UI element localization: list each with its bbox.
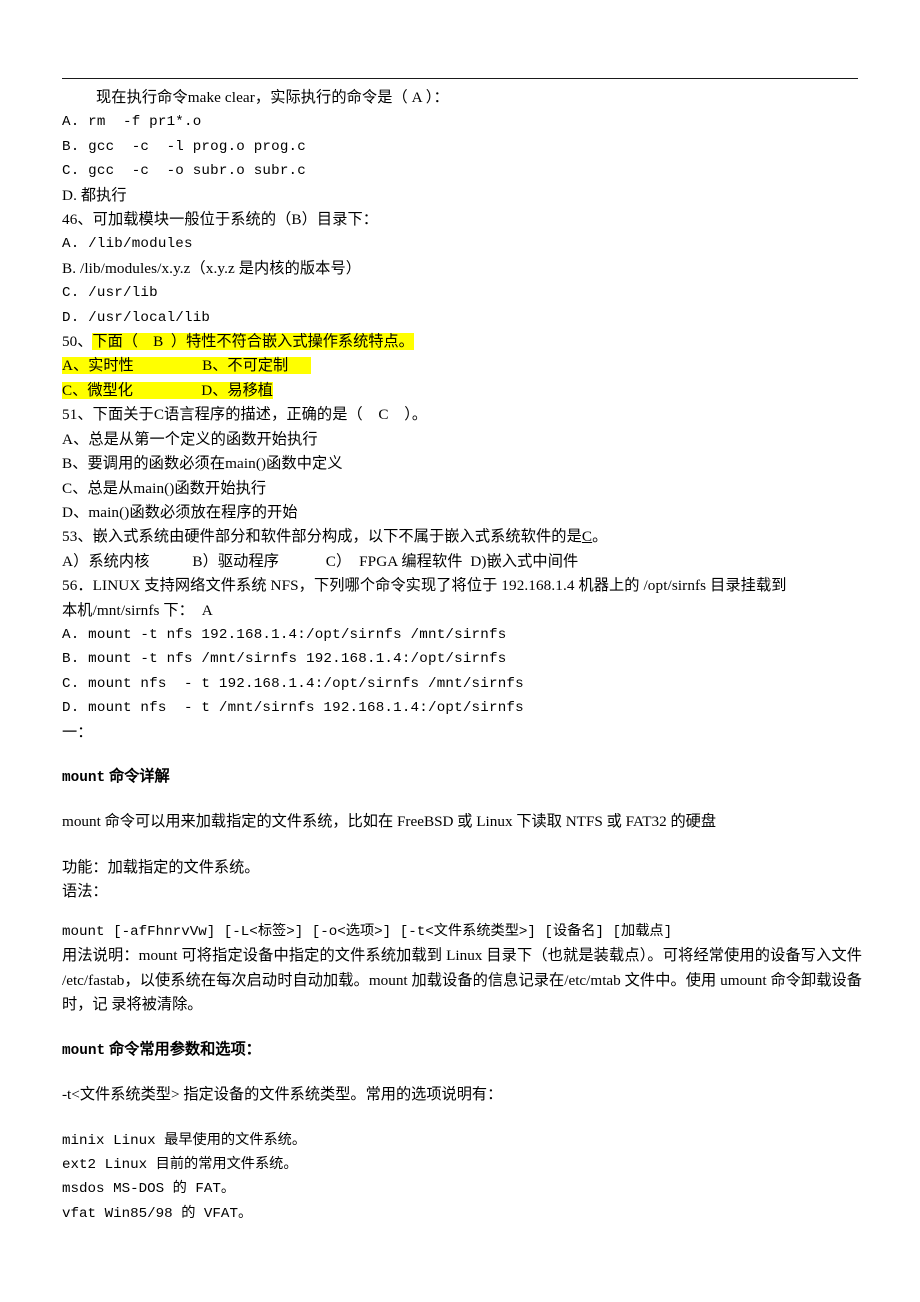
question-53-stem-row: 53、嵌入式系统由硬件部分和软件部分构成，以下不属于嵌入式系统软件的是C。: [62, 525, 862, 549]
question-46-option-b: B. /lib/modules/x.y.z（x.y.z 是内核的版本号）: [62, 259, 362, 277]
article-syntax: mount [-afFhnrvVw] [-L<标签>] [-o<选项>] [-t…: [62, 923, 673, 940]
document-page: 现在执行命令make clear，实际执行的命令是（ A ）： A. rm -f…: [0, 0, 920, 1302]
question-53-stem-end: 。: [592, 528, 608, 546]
question-50-options-ab-row: A、实时性 B、不可定制: [62, 354, 862, 378]
gap-before-syntax: [62, 905, 862, 920]
question-53-stem: 53、嵌入式系统由硬件部分和软件部分构成，以下不属于嵌入式系统软件的是: [62, 528, 582, 546]
question-45-stem: 现在执行命令make clear，实际执行的命令是（ A ）：: [96, 89, 449, 106]
article-title-text: 命令详解: [105, 767, 170, 785]
question-50-options-cd: C、微型化 D、易移植: [62, 381, 273, 399]
question-56-option-d: D. mount nfs - t /mnt/sirnfs 192.168.1.4…: [62, 700, 524, 717]
question-50-option-d: D、易移植: [201, 381, 273, 399]
article-function-line: 功能：加载指定的文件系统。: [62, 858, 260, 876]
article-params-title-code: mount: [62, 1042, 106, 1059]
gap-after-params-title: [62, 1062, 862, 1083]
question-53-options: A）系统内核 B）驱动程序 C） FPGA 编程软件 D)嵌入式中间件: [62, 552, 579, 570]
question-50-option-c: C、微型化: [62, 381, 133, 399]
article-params-title: mount 命令常用参数和选项：: [62, 1039, 862, 1062]
question-50-number: 50、: [62, 333, 93, 351]
article-param-t: -t<文件系统类型> 指定设备的文件系统类型。常用的选项说明有：: [62, 1085, 503, 1103]
question-50-option-a: A、实时性: [62, 357, 134, 375]
question-46-option-d: D. /usr/local/lib: [62, 309, 211, 326]
question-56-option-a: A. mount -t nfs 192.168.1.4:/opt/sirnfs …: [62, 626, 507, 643]
article-syntax-label: 语法：: [62, 883, 108, 901]
question-50-stem-row: 50、下面（ B ）特性不符合嵌入式操作系统特点。: [62, 330, 862, 354]
question-50-options-ab: A、实时性 B、不可定制: [62, 357, 311, 375]
article-params-title-text: 命令常用参数和选项：: [105, 1040, 261, 1058]
spacer-ab: [134, 357, 202, 374]
question-53-answer: C: [581, 528, 593, 546]
fs-type-msdos: msdos MS-DOS 的 FAT。: [62, 1181, 236, 1198]
fs-type-minix: minix Linux 最早使用的文件系统。: [62, 1132, 307, 1149]
question-45-option-d: D. 都执行: [62, 186, 127, 204]
gap-after-intro: [62, 835, 862, 856]
question-50-option-b: B、不可定制: [202, 357, 289, 375]
question-50-options-cd-row: C、微型化 D、易移植: [62, 379, 862, 403]
fs-type-ext2: ext2 Linux 目前的常用文件系统。: [62, 1156, 298, 1173]
question-45-option-a: A. rm -f pr1*.o: [62, 114, 202, 131]
question-45-option-b: B. gcc -c -l prog.o prog.c: [62, 138, 306, 155]
fs-type-vfat: vfat Win85/98 的 VFAT。: [62, 1205, 253, 1222]
article-title: mount 命令详解: [62, 766, 862, 789]
article-intro: mount 命令可以用来加载指定的文件系统，比如在 FreeBSD 或 Linu…: [62, 812, 717, 830]
question-45-option-c: C. gcc -c -o subr.o subr.c: [62, 163, 306, 180]
question-51-option-b: B、要调用的函数必须在main()函数中定义: [62, 455, 343, 473]
document-content: 现在执行命令make clear，实际执行的命令是（ A ）： A. rm -f…: [62, 86, 862, 1226]
question-56-option-c: C. mount nfs - t 192.168.1.4:/opt/sirnfs…: [62, 675, 524, 692]
question-56-option-b: B. mount -t nfs /mnt/sirnfs 192.168.1.4:…: [62, 651, 507, 668]
section-marker: 一：: [62, 723, 93, 741]
question-50-stem: 下面（ B ）特性不符合嵌入式操作系统特点。: [92, 333, 414, 351]
gap-before-fs-types: [62, 1108, 862, 1129]
article-title-code: mount: [62, 769, 106, 786]
question-51-option-d: D、main()函数必须放在程序的开始: [62, 503, 298, 521]
question-51-option-c: C、总是从main()函数开始执行: [62, 479, 267, 497]
question-46-option-a: A. /lib/modules: [62, 236, 193, 253]
article-usage-note: 用法说明：mount 可将指定设备中指定的文件系统加载到 Linux 目录下（也…: [62, 947, 862, 1014]
gap-before-article: [62, 745, 862, 766]
question-51-stem: 51、下面关于C语言程序的描述，正确的是（ C ）。: [62, 406, 428, 424]
question-46-option-c: C. /usr/lib: [62, 285, 158, 302]
question-51-option-a: A、总是从第一个定义的函数开始执行: [62, 430, 318, 448]
header-horizontal-rule: [62, 78, 858, 79]
spacer-ab-tail: [288, 357, 311, 374]
question-46-stem: 46、可加载模块一般位于系统的（B）目录下：: [62, 211, 379, 229]
spacer-cd: [133, 382, 201, 399]
gap-before-params: [62, 1018, 862, 1039]
gap-after-title: [62, 789, 862, 810]
question-56-stem-line-1: 56．LINUX 支持网络文件系统 NFS，下列哪个命令实现了将位于 192.1…: [62, 577, 787, 595]
question-56-stem-line-2: 本机/mnt/sirnfs 下： A: [62, 601, 213, 619]
